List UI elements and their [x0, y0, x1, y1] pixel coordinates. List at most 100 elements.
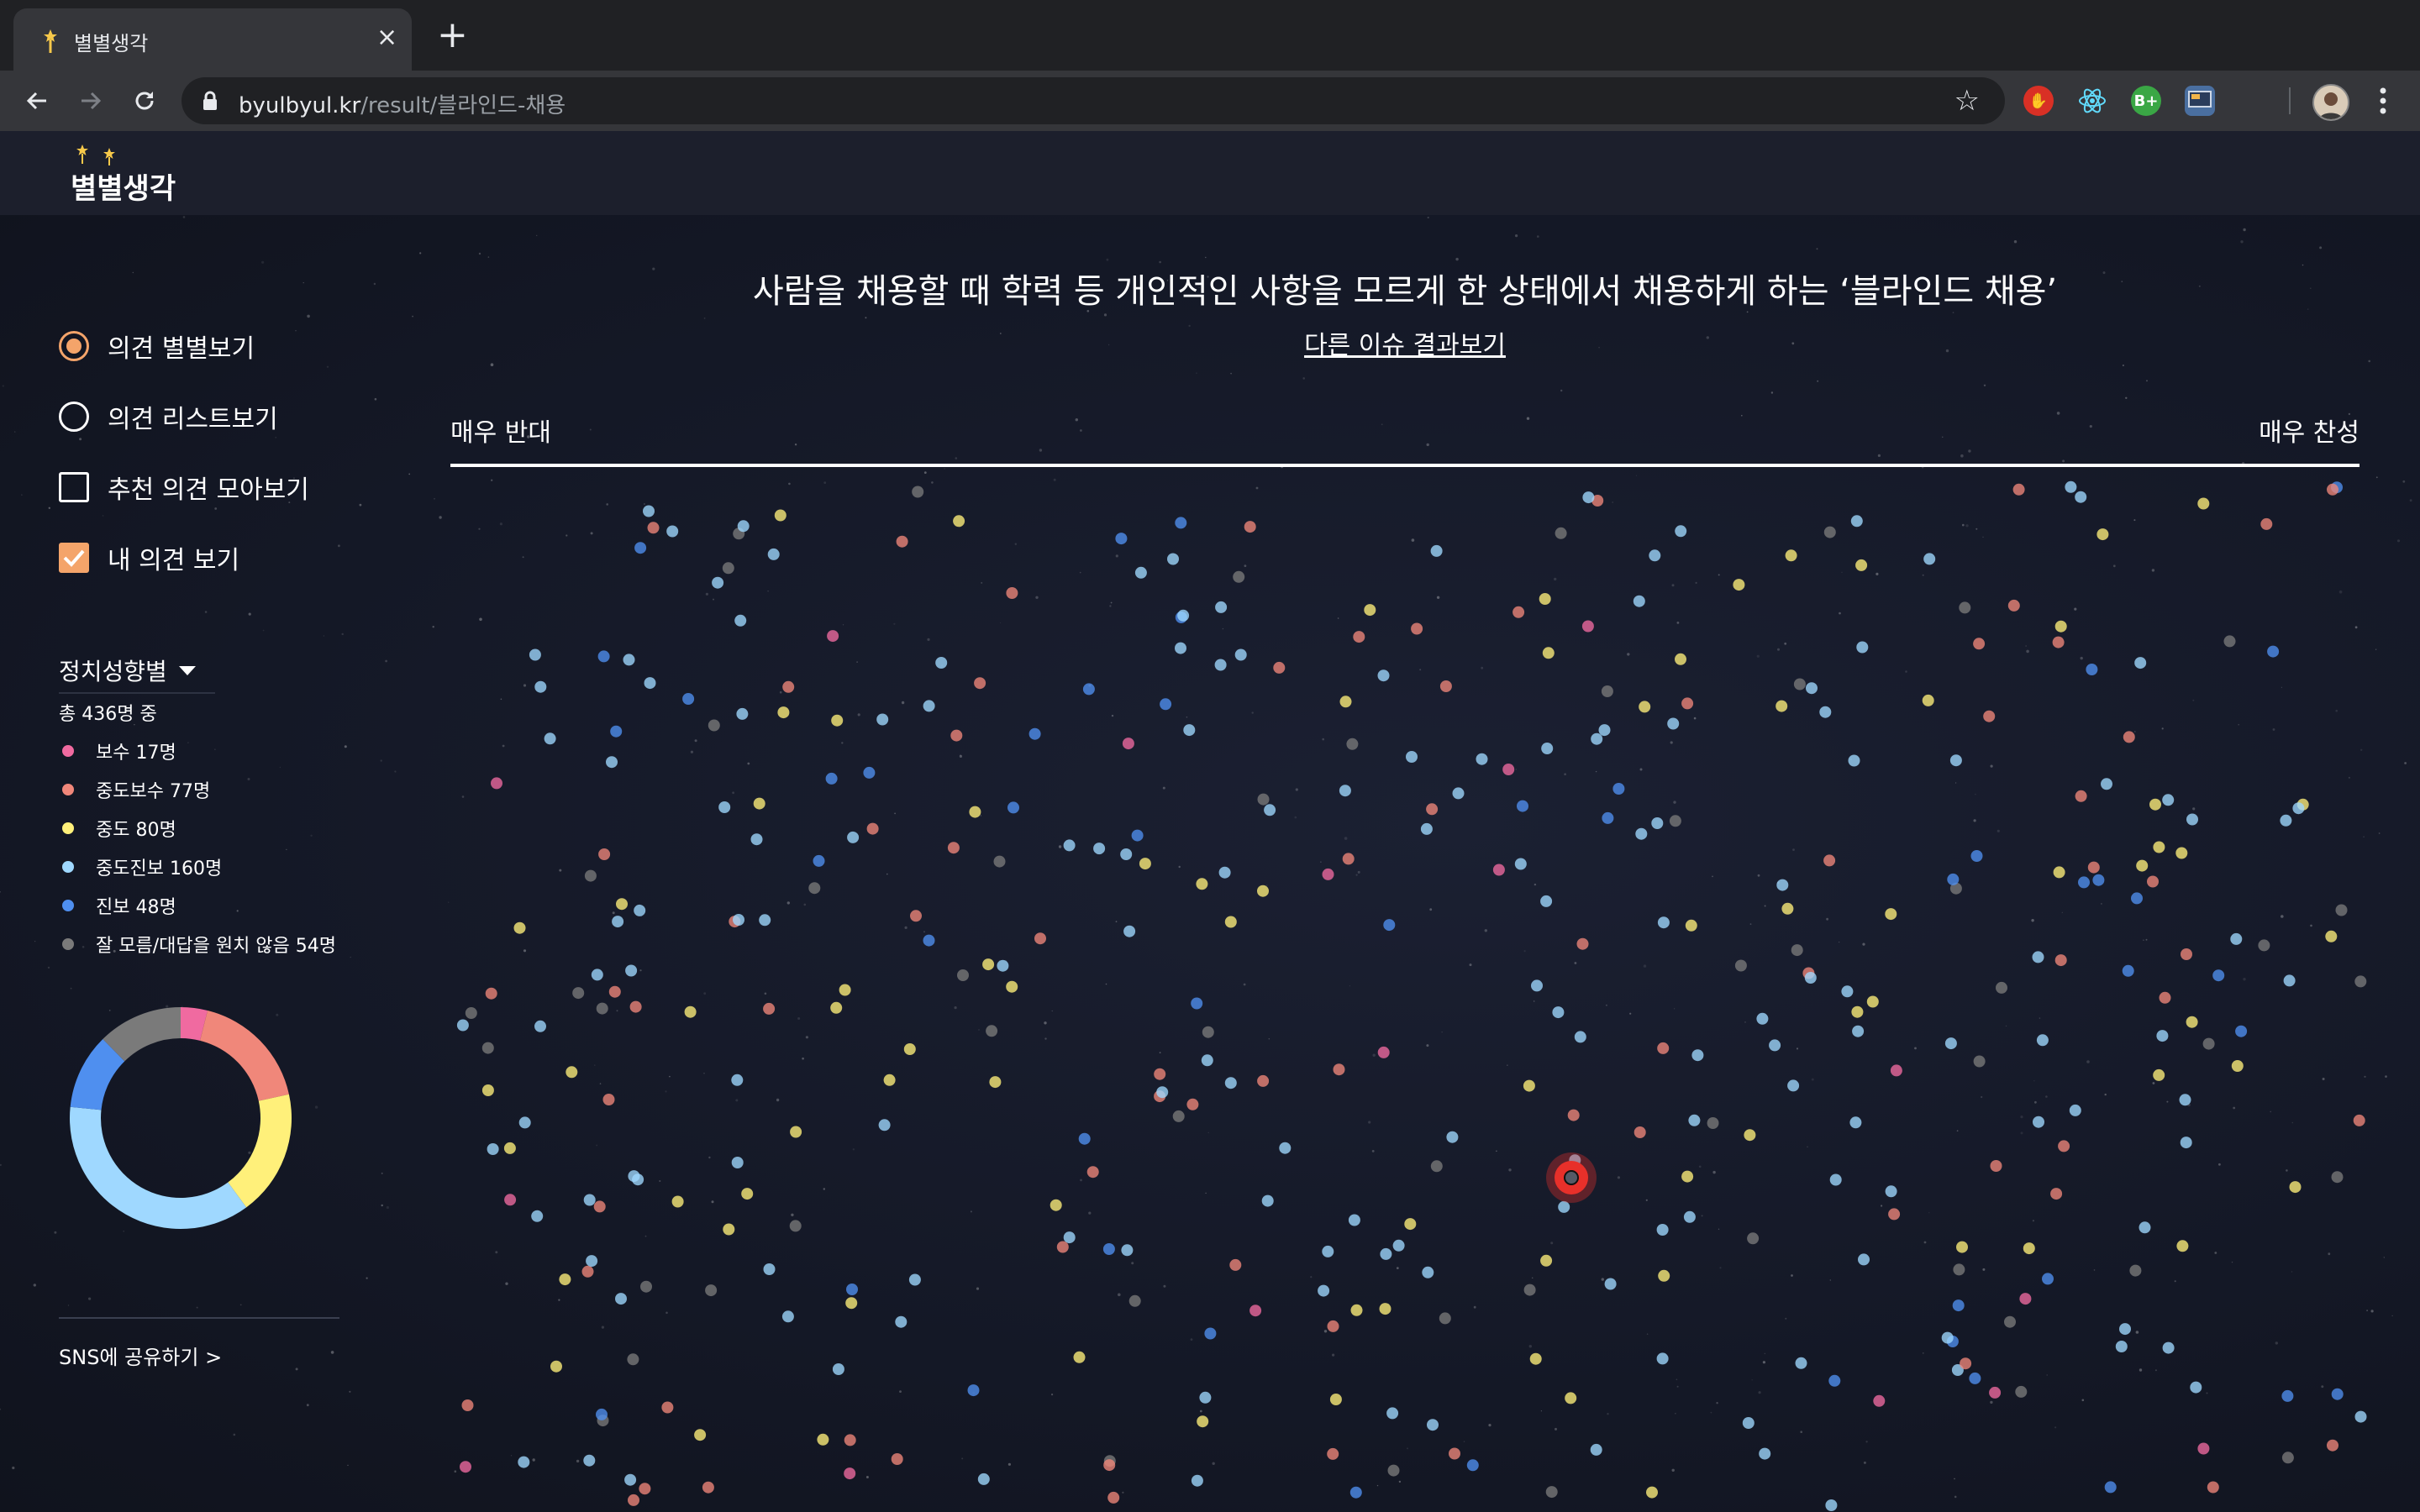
opinion-dot[interactable]	[661, 1401, 674, 1414]
opinion-dot[interactable]	[2335, 904, 2348, 916]
opinion-dot[interactable]	[456, 1019, 469, 1032]
react-devtools-icon[interactable]	[2077, 86, 2107, 116]
opinion-dot[interactable]	[1791, 944, 1803, 957]
opinion-dot[interactable]	[1558, 1200, 1570, 1213]
opinion-dot[interactable]	[2023, 1242, 2035, 1255]
opinion-dot[interactable]	[602, 1094, 615, 1105]
opinion-dot[interactable]	[2007, 599, 2020, 612]
opinion-dot[interactable]	[789, 1220, 802, 1232]
opinion-dot[interactable]	[591, 969, 603, 981]
opinion-dot[interactable]	[2354, 975, 2367, 988]
opinion-dot[interactable]	[1333, 1063, 1345, 1076]
opinion-dot[interactable]	[1224, 916, 1237, 928]
tab-close-icon[interactable]: ×	[376, 24, 397, 52]
opinion-dot[interactable]	[1339, 696, 1352, 708]
opinion-dot[interactable]	[597, 650, 610, 663]
opinion-dot[interactable]	[733, 914, 744, 926]
opinion-dot[interactable]	[1567, 1109, 1580, 1121]
opinion-dot[interactable]	[2180, 1137, 2192, 1149]
opinion-dot[interactable]	[2054, 954, 2067, 967]
opinion-dot[interactable]	[666, 525, 679, 538]
opinion-dot[interactable]	[1970, 850, 1983, 862]
opinion-dot[interactable]	[2162, 794, 2175, 806]
opinion-dot[interactable]	[977, 1473, 990, 1485]
opinion-dot[interactable]	[1514, 858, 1527, 870]
opinion-dot[interactable]	[1582, 491, 1595, 504]
opinion-dot[interactable]	[1759, 1447, 1771, 1460]
opinion-dot[interactable]	[534, 680, 547, 693]
opinion-dot[interactable]	[1177, 609, 1190, 622]
opinion-dot[interactable]	[1327, 1447, 1339, 1460]
opinion-dot[interactable]	[2065, 480, 2077, 493]
opinion-dot[interactable]	[2186, 813, 2198, 826]
opinion-dot[interactable]	[1795, 1357, 1807, 1369]
opinion-dot[interactable]	[1523, 1284, 1536, 1296]
opinion-dot[interactable]	[1082, 683, 1095, 696]
opinion-dot[interactable]	[2139, 1221, 2151, 1234]
opinion-dot[interactable]	[572, 987, 585, 1000]
opinion-dot[interactable]	[1167, 553, 1179, 565]
opinion-dot[interactable]	[1947, 873, 1960, 885]
opinion-dot[interactable]	[1406, 751, 1418, 763]
opinion-dot[interactable]	[844, 1434, 856, 1446]
opinion-star-field[interactable]	[450, 475, 2375, 1512]
opinion-dot[interactable]	[485, 987, 497, 1000]
opinion-dot[interactable]	[1656, 1352, 1669, 1365]
b-plus-icon[interactable]: B+	[2131, 86, 2161, 116]
opinion-dot[interactable]	[832, 1363, 844, 1375]
opinion-dot[interactable]	[615, 1293, 627, 1305]
opinion-dot[interactable]	[2087, 861, 2100, 874]
opinion-dot[interactable]	[640, 1280, 652, 1293]
opinion-dot[interactable]	[2075, 790, 2087, 802]
opinion-dot[interactable]	[1476, 753, 1488, 765]
opinion-dot[interactable]	[2129, 1264, 2142, 1277]
opinion-dot[interactable]	[583, 1454, 596, 1467]
opinion-dot[interactable]	[1339, 785, 1351, 797]
opinion-dot[interactable]	[831, 714, 844, 727]
opinion-dot[interactable]	[1121, 1244, 1134, 1257]
opinion-dot[interactable]	[1318, 1284, 1330, 1297]
opinion-dot[interactable]	[1885, 1185, 1897, 1198]
opinion-dot[interactable]	[957, 969, 969, 981]
opinion-dot[interactable]	[1681, 697, 1694, 710]
opinion-dot[interactable]	[1234, 648, 1247, 661]
opinion-dot[interactable]	[1658, 1269, 1670, 1282]
opinion-dot[interactable]	[2327, 483, 2338, 496]
opinion-dot[interactable]	[1404, 1218, 1417, 1231]
opinion-dot[interactable]	[1492, 864, 1505, 876]
opinion-dot[interactable]	[1183, 724, 1196, 737]
other-issues-link[interactable]: 다른 이슈 결과보기	[0, 324, 2420, 361]
opinion-dot[interactable]	[1691, 1049, 1704, 1062]
profile-avatar[interactable]	[2312, 84, 2349, 121]
browser-tab[interactable]: 별별생각 ×	[13, 8, 412, 71]
opinion-dot[interactable]	[1199, 1391, 1212, 1404]
opinion-dot[interactable]	[1175, 642, 1186, 654]
opinion-dot[interactable]	[1257, 885, 1269, 897]
opinion-dot[interactable]	[923, 934, 935, 947]
opinion-dot[interactable]	[2015, 1385, 2028, 1398]
opinion-dot[interactable]	[718, 801, 731, 813]
opinion-dot[interactable]	[722, 562, 734, 575]
opinion-dot[interactable]	[813, 854, 825, 867]
opinion-dot[interactable]	[1657, 916, 1670, 929]
opinion-dot[interactable]	[2086, 664, 2098, 675]
opinion-dot[interactable]	[950, 729, 963, 742]
opinion-dot[interactable]	[504, 1194, 517, 1206]
opinion-dot[interactable]	[1734, 959, 1747, 972]
opinion-dot[interactable]	[1590, 1443, 1602, 1456]
opinion-dot[interactable]	[639, 1483, 651, 1495]
opinion-dot[interactable]	[1785, 549, 1797, 562]
opinion-dot[interactable]	[684, 1005, 697, 1018]
checkbox-unchecked-icon[interactable]	[59, 472, 89, 502]
opinion-dot[interactable]	[2019, 1293, 2032, 1305]
opinion-dot[interactable]	[908, 1273, 921, 1286]
opinion-dot[interactable]	[1793, 678, 1806, 690]
opinion-dot[interactable]	[1322, 868, 1334, 880]
opinion-dot[interactable]	[1218, 866, 1231, 879]
opinion-dot[interactable]	[1890, 1064, 1902, 1077]
opinion-dot[interactable]	[997, 959, 1009, 972]
opinion-dot[interactable]	[1707, 1117, 1719, 1129]
opinion-dot[interactable]	[866, 822, 879, 835]
opinion-dot[interactable]	[1601, 685, 1613, 697]
opinion-dot[interactable]	[1646, 1486, 1658, 1499]
